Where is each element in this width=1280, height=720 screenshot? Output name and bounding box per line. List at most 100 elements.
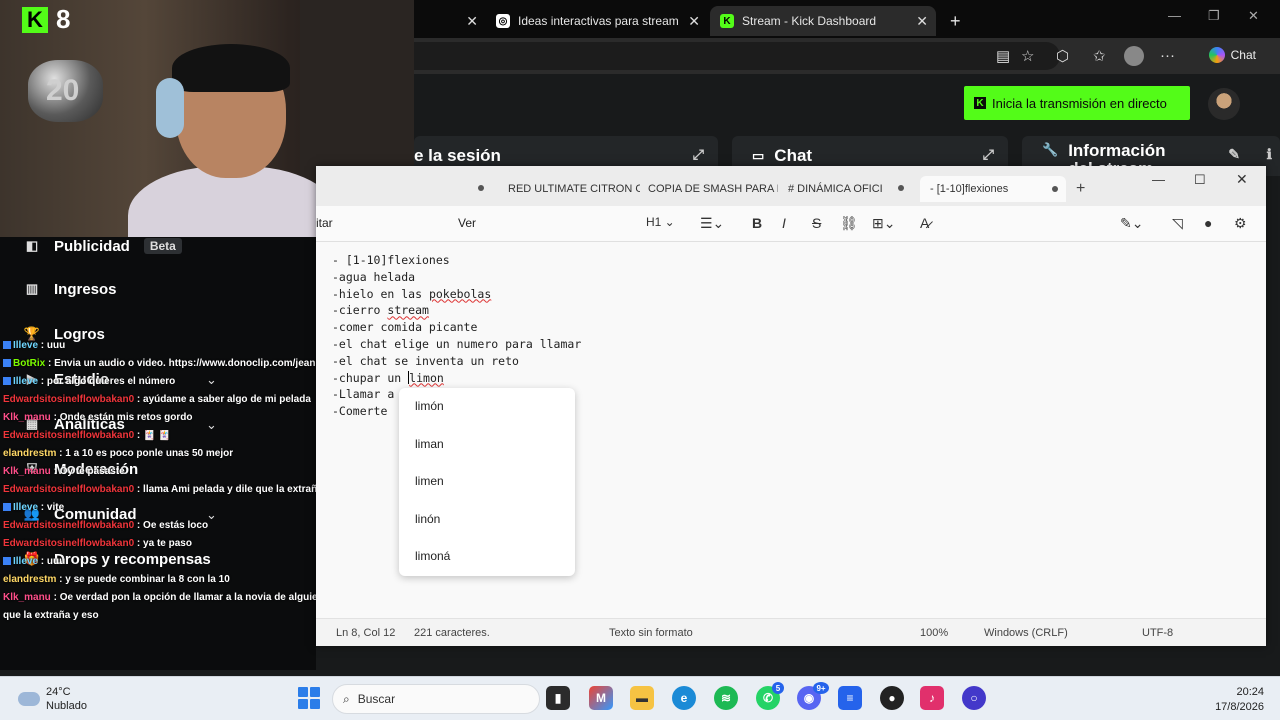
- notepad-tab-active[interactable]: - [1-10]flexiones: [920, 176, 1066, 202]
- zoom-level[interactable]: 100%: [920, 627, 948, 639]
- avatar[interactable]: [1208, 88, 1240, 120]
- chat-username[interactable]: Edwardsitosinelflowbakan0: [3, 520, 134, 531]
- suggestion-item[interactable]: limoná: [399, 538, 575, 576]
- chat-username[interactable]: Illeve: [13, 502, 38, 513]
- italic-icon[interactable]: I: [782, 215, 786, 231]
- notepad-icon[interactable]: ≡: [838, 686, 862, 710]
- obs-icon[interactable]: ●: [880, 686, 904, 710]
- sidebar-item-label: Ingresos: [54, 280, 117, 298]
- chat-username[interactable]: Illeve: [13, 340, 38, 351]
- sidebar-item-ingresos[interactable]: ▥ Ingresos: [24, 278, 117, 300]
- suggestion-item[interactable]: limón: [399, 388, 575, 426]
- chatgpt-icon: ◎: [496, 14, 510, 28]
- account-icon[interactable]: ●: [1204, 215, 1212, 231]
- new-tab-button[interactable]: +: [1076, 180, 1085, 198]
- gear-icon[interactable]: ⚙: [1234, 215, 1247, 232]
- chat-text: ayúdame a saber algo de mi pelada: [143, 394, 311, 405]
- encoding[interactable]: UTF-8: [1142, 627, 1173, 639]
- weather-widget[interactable]: 24°C Nublado: [18, 685, 87, 713]
- maximize-icon[interactable]: ☐: [1194, 172, 1206, 188]
- menu-ver[interactable]: Ver: [458, 216, 476, 230]
- copilot-rewrite-icon[interactable]: ✎⌄: [1120, 215, 1143, 232]
- expand-icon[interactable]: ⤢: [983, 146, 994, 163]
- discord-icon[interactable]: ◉ 9+: [797, 682, 829, 710]
- go-live-button[interactable]: K Inicia la transmisión en directo: [964, 86, 1190, 120]
- m365-icon[interactable]: M: [589, 686, 613, 710]
- tab-ideas[interactable]: ◎ Ideas interactivas para stream ✕: [486, 6, 708, 36]
- chat-username[interactable]: elandrestm: [3, 448, 56, 459]
- close-icon[interactable]: ✕: [1236, 171, 1248, 188]
- chat-message: elandrestm : 1 a 10 es poco ponle unas 5…: [3, 448, 363, 466]
- notepad-tab[interactable]: # DINÁMICA OFICI: [788, 176, 892, 202]
- bold-icon[interactable]: B: [752, 215, 762, 231]
- chat-username[interactable]: Klk_manu: [3, 466, 51, 477]
- taskbar-search[interactable]: ⌕ Buscar: [332, 684, 540, 714]
- chat-username[interactable]: elandrestm: [3, 574, 56, 585]
- expand-icon[interactable]: ⤢: [693, 146, 704, 163]
- windows-start-icon[interactable]: [298, 687, 320, 709]
- maximize-icon[interactable]: ❐: [1208, 8, 1220, 24]
- profile-icon[interactable]: [1124, 46, 1144, 66]
- close-icon[interactable]: ✕: [916, 13, 928, 30]
- suggestion-item[interactable]: limen: [399, 463, 575, 501]
- chat-username[interactable]: Edwardsitosinelflowbakan0: [3, 538, 134, 549]
- tab-kick-dashboard[interactable]: K Stream - Kick Dashboard ✕: [710, 6, 936, 36]
- whatsapp-icon[interactable]: ✆ 5: [756, 682, 784, 710]
- chat-username[interactable]: Klk_manu: [3, 412, 51, 423]
- text-format[interactable]: Texto sin formato: [609, 627, 693, 639]
- chat-separator: :: [56, 574, 66, 585]
- heading-dropdown[interactable]: H1 ⌄: [646, 215, 675, 229]
- copilot-icon: [1208, 47, 1225, 63]
- edit-icon[interactable]: ✎: [1228, 146, 1240, 163]
- notepad-tab-bar: RED ULTIMATE CITRON O COPIA DE SMASH PAR…: [316, 166, 1266, 206]
- info-icon[interactable]: ℹ: [1267, 146, 1272, 163]
- copilot-chat-button[interactable]: Chat: [1208, 47, 1256, 63]
- menu-editar[interactable]: itar: [316, 216, 333, 230]
- notepad-tab[interactable]: RED ULTIMATE CITRON O: [508, 176, 640, 202]
- editor-line-cierro: -cierro stream: [332, 303, 429, 318]
- favorite-star-icon[interactable]: ☆: [1021, 47, 1034, 65]
- edge-icon[interactable]: e: [672, 686, 696, 710]
- chat-text: 🃏 🃏: [143, 430, 171, 441]
- reader-icon[interactable]: ▤: [996, 47, 1010, 65]
- chat-username[interactable]: Illeve: [13, 556, 38, 567]
- app-icon[interactable]: ○: [962, 686, 986, 710]
- chat-username[interactable]: Edwardsitosinelflowbakan0: [3, 484, 134, 495]
- announce-icon[interactable]: ◹: [1172, 215, 1183, 232]
- new-tab-button[interactable]: +: [940, 6, 971, 36]
- more-icon[interactable]: ···: [1160, 47, 1175, 64]
- chat-username[interactable]: Edwardsitosinelflowbakan0: [3, 394, 134, 405]
- close-window-icon[interactable]: ✕: [1248, 8, 1259, 24]
- chat-username[interactable]: BotRix: [13, 358, 45, 369]
- suggestion-item[interactable]: liman: [399, 426, 575, 464]
- editor-line-current: -chupar un limon: [332, 370, 444, 385]
- clear-format-icon[interactable]: A̷: [920, 215, 929, 231]
- minimize-icon[interactable]: —: [1152, 172, 1165, 187]
- list-icon[interactable]: ☰⌄: [700, 215, 724, 232]
- spotify-icon[interactable]: ≋: [714, 686, 738, 710]
- close-icon[interactable]: ✕: [466, 13, 478, 30]
- notepad-tab[interactable]: COPIA DE SMASH PARA N: [648, 176, 778, 202]
- suggestion-item[interactable]: linón: [399, 501, 575, 539]
- chat-username[interactable]: Illeve: [13, 376, 38, 387]
- chat-username[interactable]: Edwardsitosinelflowbakan0: [3, 430, 134, 441]
- tiktok-icon[interactable]: ♪: [920, 686, 944, 710]
- sidebar-item-publicidad[interactable]: ◧ Publicidad Beta: [24, 235, 182, 257]
- chat-username[interactable]: Klk_manu: [3, 592, 51, 603]
- clock[interactable]: 20:24 17/8/2026: [1215, 685, 1264, 715]
- strikethrough-icon[interactable]: S: [812, 215, 821, 231]
- link-icon[interactable]: ⛓: [840, 215, 858, 232]
- extensions-icon[interactable]: ⬡: [1056, 47, 1069, 65]
- close-icon[interactable]: ✕: [688, 13, 700, 30]
- task-view-icon[interactable]: ▮: [546, 686, 570, 710]
- tab-close-hidden[interactable]: ✕: [460, 6, 486, 36]
- favorites-icon[interactable]: ✩: [1093, 47, 1106, 65]
- notepad-tab-label: COPIA DE SMASH PARA N: [648, 183, 778, 195]
- minimize-icon[interactable]: —: [1168, 8, 1181, 23]
- file-explorer-icon[interactable]: ▬: [630, 686, 654, 710]
- search-icon: ⌕: [343, 691, 350, 706]
- balloon-number: 20: [46, 74, 80, 107]
- table-icon[interactable]: ⊞⌄: [872, 215, 895, 232]
- line-endings[interactable]: Windows (CRLF): [984, 627, 1068, 639]
- chat-message: Edwardsitosinelflowbakan0 : ya te paso: [3, 538, 363, 556]
